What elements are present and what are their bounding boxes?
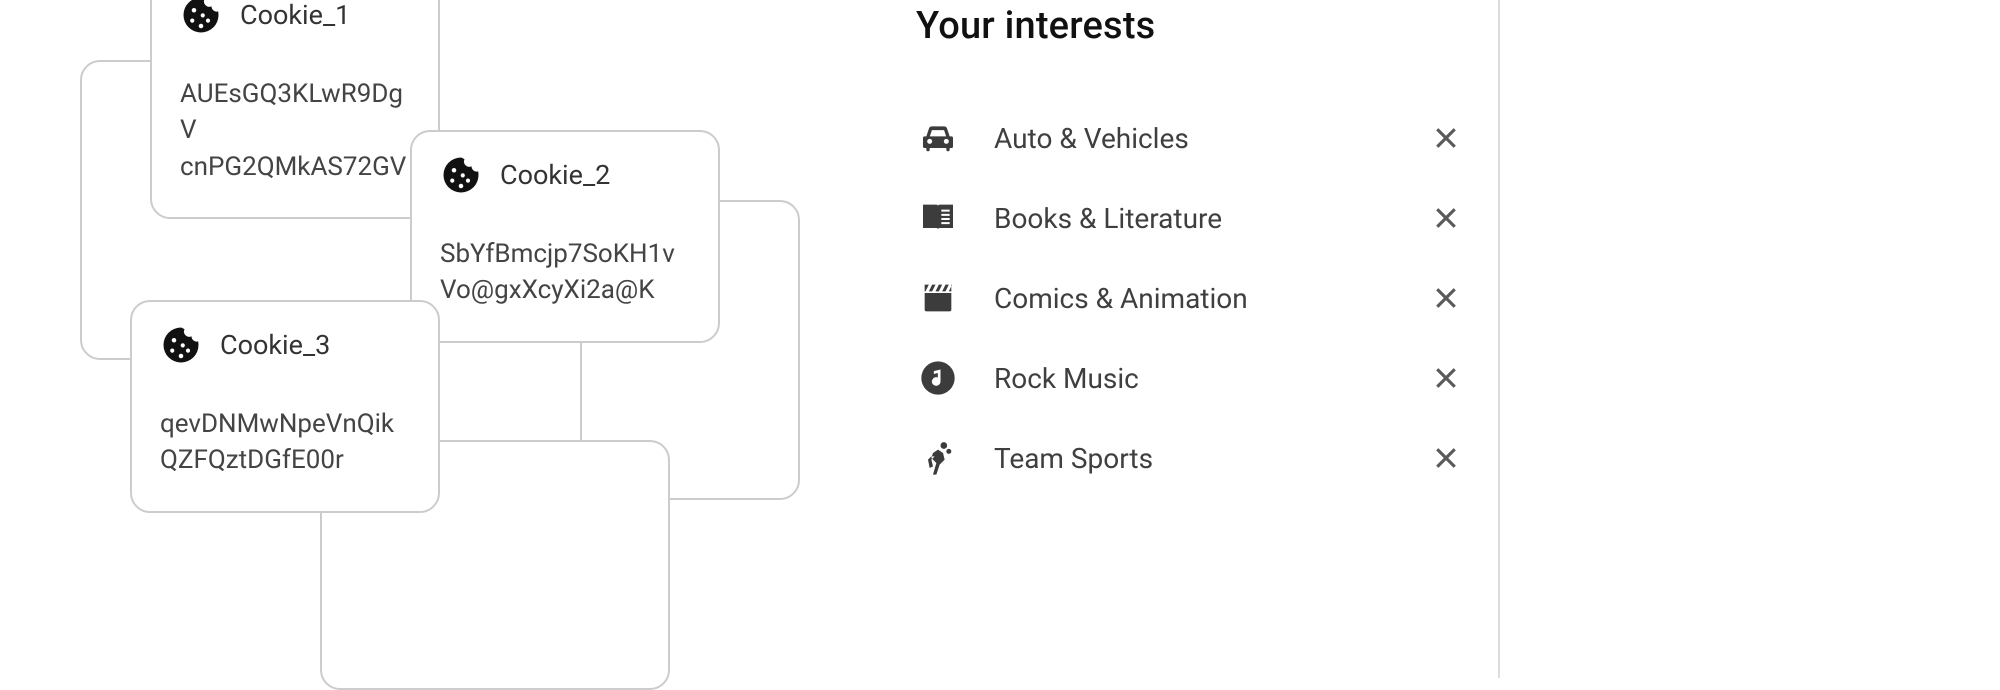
cookie-card-2: Cookie_2 SbYfBmcjp7SoKH1v Vo@gxXcyXi2a@K — [410, 130, 720, 343]
interests-panel: Your interests Auto & Vehicles Books & L… — [880, 0, 1500, 678]
cookie-line: cnPG2QMkAS72GV — [180, 149, 410, 185]
interest-label: Team Sports — [994, 442, 1394, 475]
interest-label: Auto & Vehicles — [994, 122, 1394, 155]
music-icon — [916, 356, 960, 400]
interest-row-rock[interactable]: Rock Music — [890, 338, 1490, 418]
cookie-title: Cookie_3 — [220, 329, 330, 361]
interest-label: Books & Literature — [994, 202, 1394, 235]
remove-interest-button[interactable] — [1428, 280, 1464, 316]
cookie-line: QZFQztDGfE00r — [160, 442, 410, 478]
panel-divider — [1498, 0, 1500, 678]
cookies-illustration: Cookie_1 AUEsGQ3KLwR9DgV cnPG2QMkAS72GV … — [0, 0, 880, 678]
remove-interest-button[interactable] — [1428, 360, 1464, 396]
interest-label: Comics & Animation — [994, 282, 1394, 315]
interest-label: Rock Music — [994, 362, 1394, 395]
remove-interest-button[interactable] — [1428, 440, 1464, 476]
interest-row-books[interactable]: Books & Literature — [890, 178, 1490, 258]
interest-row-comics[interactable]: Comics & Animation — [890, 258, 1490, 338]
remove-interest-button[interactable] — [1428, 200, 1464, 236]
cookie-icon — [160, 324, 202, 366]
car-icon — [916, 116, 960, 160]
cookie-title: Cookie_1 — [240, 0, 350, 31]
remove-interest-button[interactable] — [1428, 120, 1464, 156]
cookie-card-3: Cookie_3 qevDNMwNpeVnQik QZFQztDGfE00r — [130, 300, 440, 513]
cookie-line: SbYfBmcjp7SoKH1v — [440, 236, 690, 272]
interest-row-auto[interactable]: Auto & Vehicles — [890, 98, 1490, 178]
cookie-line: AUEsGQ3KLwR9DgV — [180, 76, 410, 149]
interest-row-sports[interactable]: Team Sports — [890, 418, 1490, 498]
interests-heading: Your interests — [916, 4, 1490, 48]
cookie-line: Vo@gxXcyXi2a@K — [440, 272, 690, 308]
book-icon — [916, 196, 960, 240]
cookie-icon — [180, 0, 222, 36]
cookie-icon — [440, 154, 482, 196]
cookie-body: qevDNMwNpeVnQik QZFQztDGfE00r — [160, 406, 410, 479]
cookie-card-1: Cookie_1 AUEsGQ3KLwR9DgV cnPG2QMkAS72GV — [150, 0, 440, 219]
sports-icon — [916, 436, 960, 480]
cookie-body: SbYfBmcjp7SoKH1v Vo@gxXcyXi2a@K — [440, 236, 690, 309]
cookie-body: AUEsGQ3KLwR9DgV cnPG2QMkAS72GV — [180, 76, 410, 185]
clapper-icon — [916, 276, 960, 320]
cookie-title: Cookie_2 — [500, 159, 610, 191]
cookie-line: qevDNMwNpeVnQik — [160, 406, 410, 442]
